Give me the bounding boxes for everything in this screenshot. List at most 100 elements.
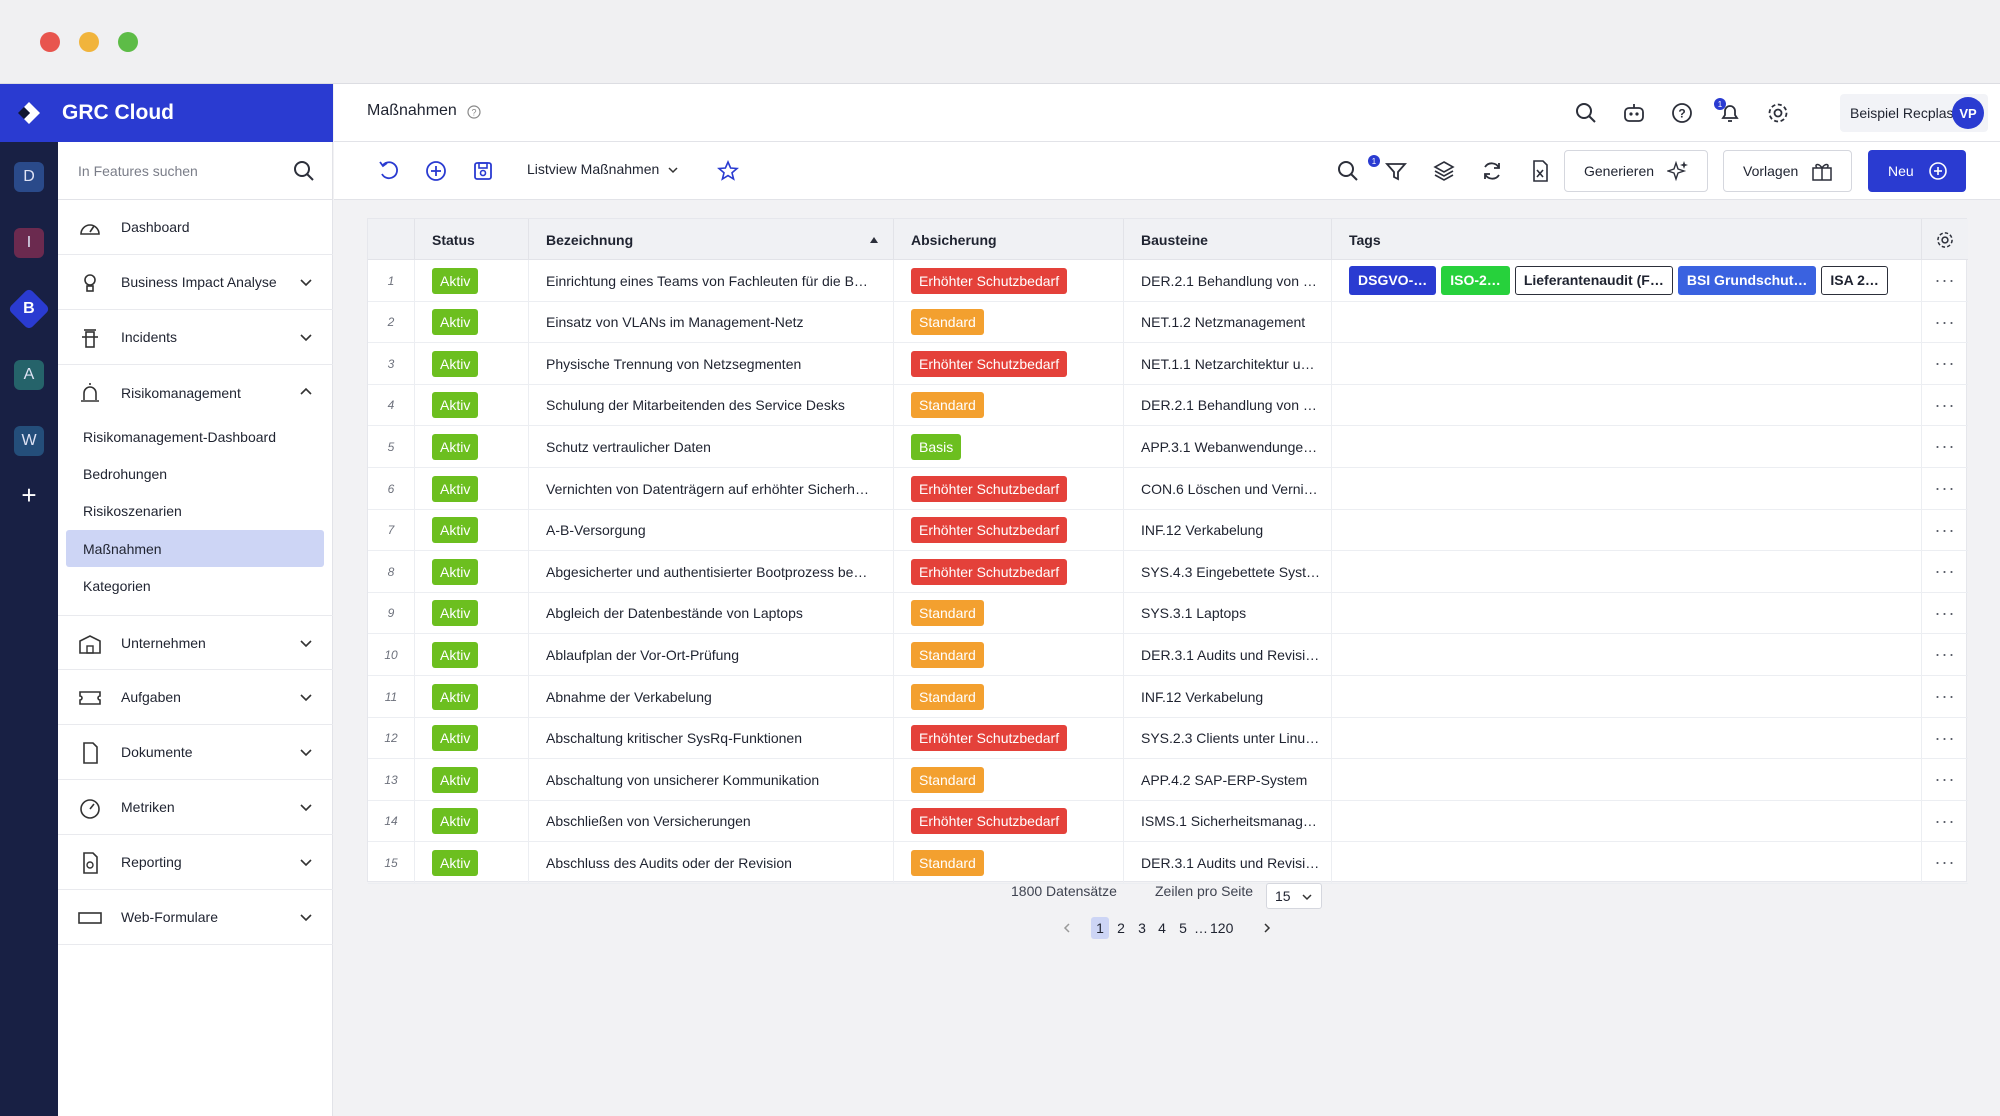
name-cell[interactable]: Abgesicherter und authentisierter Bootpr… [529,551,894,593]
sidebar-item-risikomanagement[interactable]: Risikomanagement [58,365,333,420]
name-cell[interactable]: Vernichten von Datenträgern auf erhöhter… [529,468,894,509]
rail-item-d[interactable]: D [14,162,44,192]
table-row[interactable]: 8 Aktiv Abgesicherter und authentisierter … [368,551,1968,593]
row-actions-button[interactable]: ··· [1922,510,1968,551]
tag[interactable]: DSGVO-… [1349,266,1437,295]
search-icon[interactable] [1574,101,1598,125]
search-icon[interactable] [1336,159,1360,183]
help-circle-icon[interactable]: ? [1670,101,1694,125]
sidebar-item-dashboard[interactable]: Dashboard [58,200,333,255]
robot-icon[interactable] [1622,101,1646,125]
row-actions-button[interactable]: ··· [1922,842,1968,883]
row-actions-button[interactable]: ··· [1922,468,1968,509]
sidebar-item-aufgaben[interactable]: Aufgaben [58,670,333,725]
rail-item-b[interactable]: B [7,287,51,331]
sidebar-item-unternehmen[interactable]: Unternehmen [58,615,333,670]
column-header-bezeichnung[interactable]: Bezeichnung [529,219,894,260]
refresh-icon[interactable] [1480,159,1504,183]
name-cell[interactable]: Abschaltung von unsicherer Kommunikation [529,759,894,801]
column-header-absicherung[interactable]: Absicherung [894,219,1124,260]
help-icon[interactable]: ? [467,105,481,119]
name-cell[interactable]: Abschaltung kritischer SysRq-Funktionen [529,717,894,759]
column-header-tags[interactable]: Tags [1332,219,1922,260]
tag[interactable]: BSI Grundschut… [1677,266,1817,295]
minimize-window-button[interactable] [79,32,99,52]
table-row[interactable]: 5 Aktiv Schutz vertraulicher Daten Basis APP… [368,426,1968,468]
excel-export-icon[interactable] [1528,159,1552,183]
sidebar-item-metriken[interactable]: Metriken [58,780,333,835]
rows-per-page-select[interactable]: 15 [1266,883,1322,909]
name-cell[interactable]: Schutz vertraulicher Daten [529,426,894,468]
table-row[interactable]: 7 Aktiv A-B-Versorgung Erhöhter Schutzbedar… [368,509,1968,552]
row-actions-button[interactable]: ··· [1922,302,1968,343]
name-cell[interactable]: Physische Trennung von Netzsegmenten [529,343,894,385]
sidebar-item-reporting[interactable]: Reporting [58,835,333,890]
sidebar-subitem-bedrohungen[interactable]: Bedrohungen [66,455,324,492]
maximize-window-button[interactable] [118,32,138,52]
previous-page-icon[interactable] [1061,922,1073,934]
table-row[interactable]: 10 Aktiv Ablaufplan der Vor-Ort-Prüfung Sta… [368,634,1968,676]
name-cell[interactable]: Einrichtung eines Teams von Fachleuten f… [529,260,894,301]
table-row[interactable]: 13 Aktiv Abschaltung von unsicherer Kommun… [368,759,1968,801]
layers-icon[interactable] [1432,159,1456,183]
row-actions-button[interactable]: ··· [1922,676,1968,717]
add-circle-icon[interactable] [424,159,448,183]
table-row[interactable]: 3 Aktiv Physische Trennung von Netzsegment… [368,343,1968,385]
name-cell[interactable]: Abgleich der Datenbestände von Laptops [529,592,894,634]
view-selector[interactable]: Listview Maßnahmen [527,161,679,177]
save-icon[interactable] [471,159,495,183]
page-5[interactable]: 5 [1174,917,1192,939]
table-row[interactable]: 4 Aktiv Schulung der Mitarbeitenden des Se… [368,384,1968,427]
page-4[interactable]: 4 [1153,917,1171,939]
undo-icon[interactable] [377,159,401,183]
star-icon[interactable] [716,159,740,183]
sidebar-item-web-formulare[interactable]: Web-Formulare [58,890,333,945]
table-row[interactable]: 11 Aktiv Abnahme der Verkabelung Standard IN… [368,676,1968,718]
row-actions-button[interactable]: ··· [1922,801,1968,842]
row-actions-button[interactable]: ··· [1922,260,1968,301]
row-actions-button[interactable]: ··· [1922,385,1968,426]
row-actions-button[interactable]: ··· [1922,593,1968,634]
table-row[interactable]: 1 Aktiv Einrichtung eines Teams von Fachle… [368,260,1968,302]
user-menu[interactable]: Beispiel Recplast VP [1840,94,1988,132]
name-cell[interactable]: Ablaufplan der Vor-Ort-Prüfung [529,634,894,676]
feature-search-input[interactable] [78,156,278,186]
sidebar-subitem-kategorien[interactable]: Kategorien [66,567,324,604]
sidebar-subitem-massnahmen[interactable]: Maßnahmen [66,530,324,567]
search-icon[interactable] [293,160,315,187]
add-workspace-button[interactable]: + [14,480,44,510]
name-cell[interactable]: Abnahme der Verkabelung [529,676,894,717]
name-cell[interactable]: Einsatz von VLANs im Management-Netz [529,301,894,343]
name-cell[interactable]: Abschließen von Versicherungen [529,800,894,842]
new-button[interactable]: Neu [1868,150,1966,192]
page-3[interactable]: 3 [1133,917,1151,939]
filter-icon[interactable] [1384,159,1408,183]
app-logo[interactable] [0,84,58,142]
rail-item-i[interactable]: I [14,228,44,258]
next-page-icon[interactable] [1261,922,1273,934]
name-cell[interactable]: Abschluss des Audits oder der Revision [529,842,894,884]
row-actions-button[interactable]: ··· [1922,718,1968,759]
column-header-bausteine[interactable]: Bausteine [1124,219,1332,260]
tag[interactable]: Lieferantenaudit (F… [1514,266,1673,295]
tag[interactable]: ISA 2… [1821,266,1888,295]
page-1[interactable]: 1 [1091,917,1109,939]
generate-button[interactable]: Generieren [1564,150,1708,192]
name-cell[interactable]: A-B-Versorgung [529,509,894,551]
page-last[interactable]: 120 [1210,917,1233,939]
table-settings[interactable] [1922,219,1968,260]
table-row[interactable]: 6 Aktiv Vernichten von Datenträgern auf er… [368,468,1968,510]
name-cell[interactable]: Schulung der Mitarbeitenden des Service … [529,384,894,426]
sidebar-item-dokumente[interactable]: Dokumente [58,725,333,780]
table-row[interactable]: 12 Aktiv Abschaltung kritischer SysRq-Funk… [368,717,1968,760]
sidebar-subitem-risikomanagement-dashboard[interactable]: Risikomanagement-Dashboard [66,418,324,455]
row-actions-button[interactable]: ··· [1922,634,1968,675]
close-window-button[interactable] [40,32,60,52]
table-row[interactable]: 14 Aktiv Abschließen von Versicherungen Erh… [368,800,1968,843]
sidebar-item-business-impact-analyse[interactable]: Business Impact Analyse [58,255,333,310]
page-2[interactable]: 2 [1112,917,1130,939]
rail-item-w[interactable]: W [14,426,44,456]
gear-icon[interactable] [1766,101,1790,125]
column-header-status[interactable]: Status [415,219,529,260]
templates-button[interactable]: Vorlagen [1723,150,1852,192]
